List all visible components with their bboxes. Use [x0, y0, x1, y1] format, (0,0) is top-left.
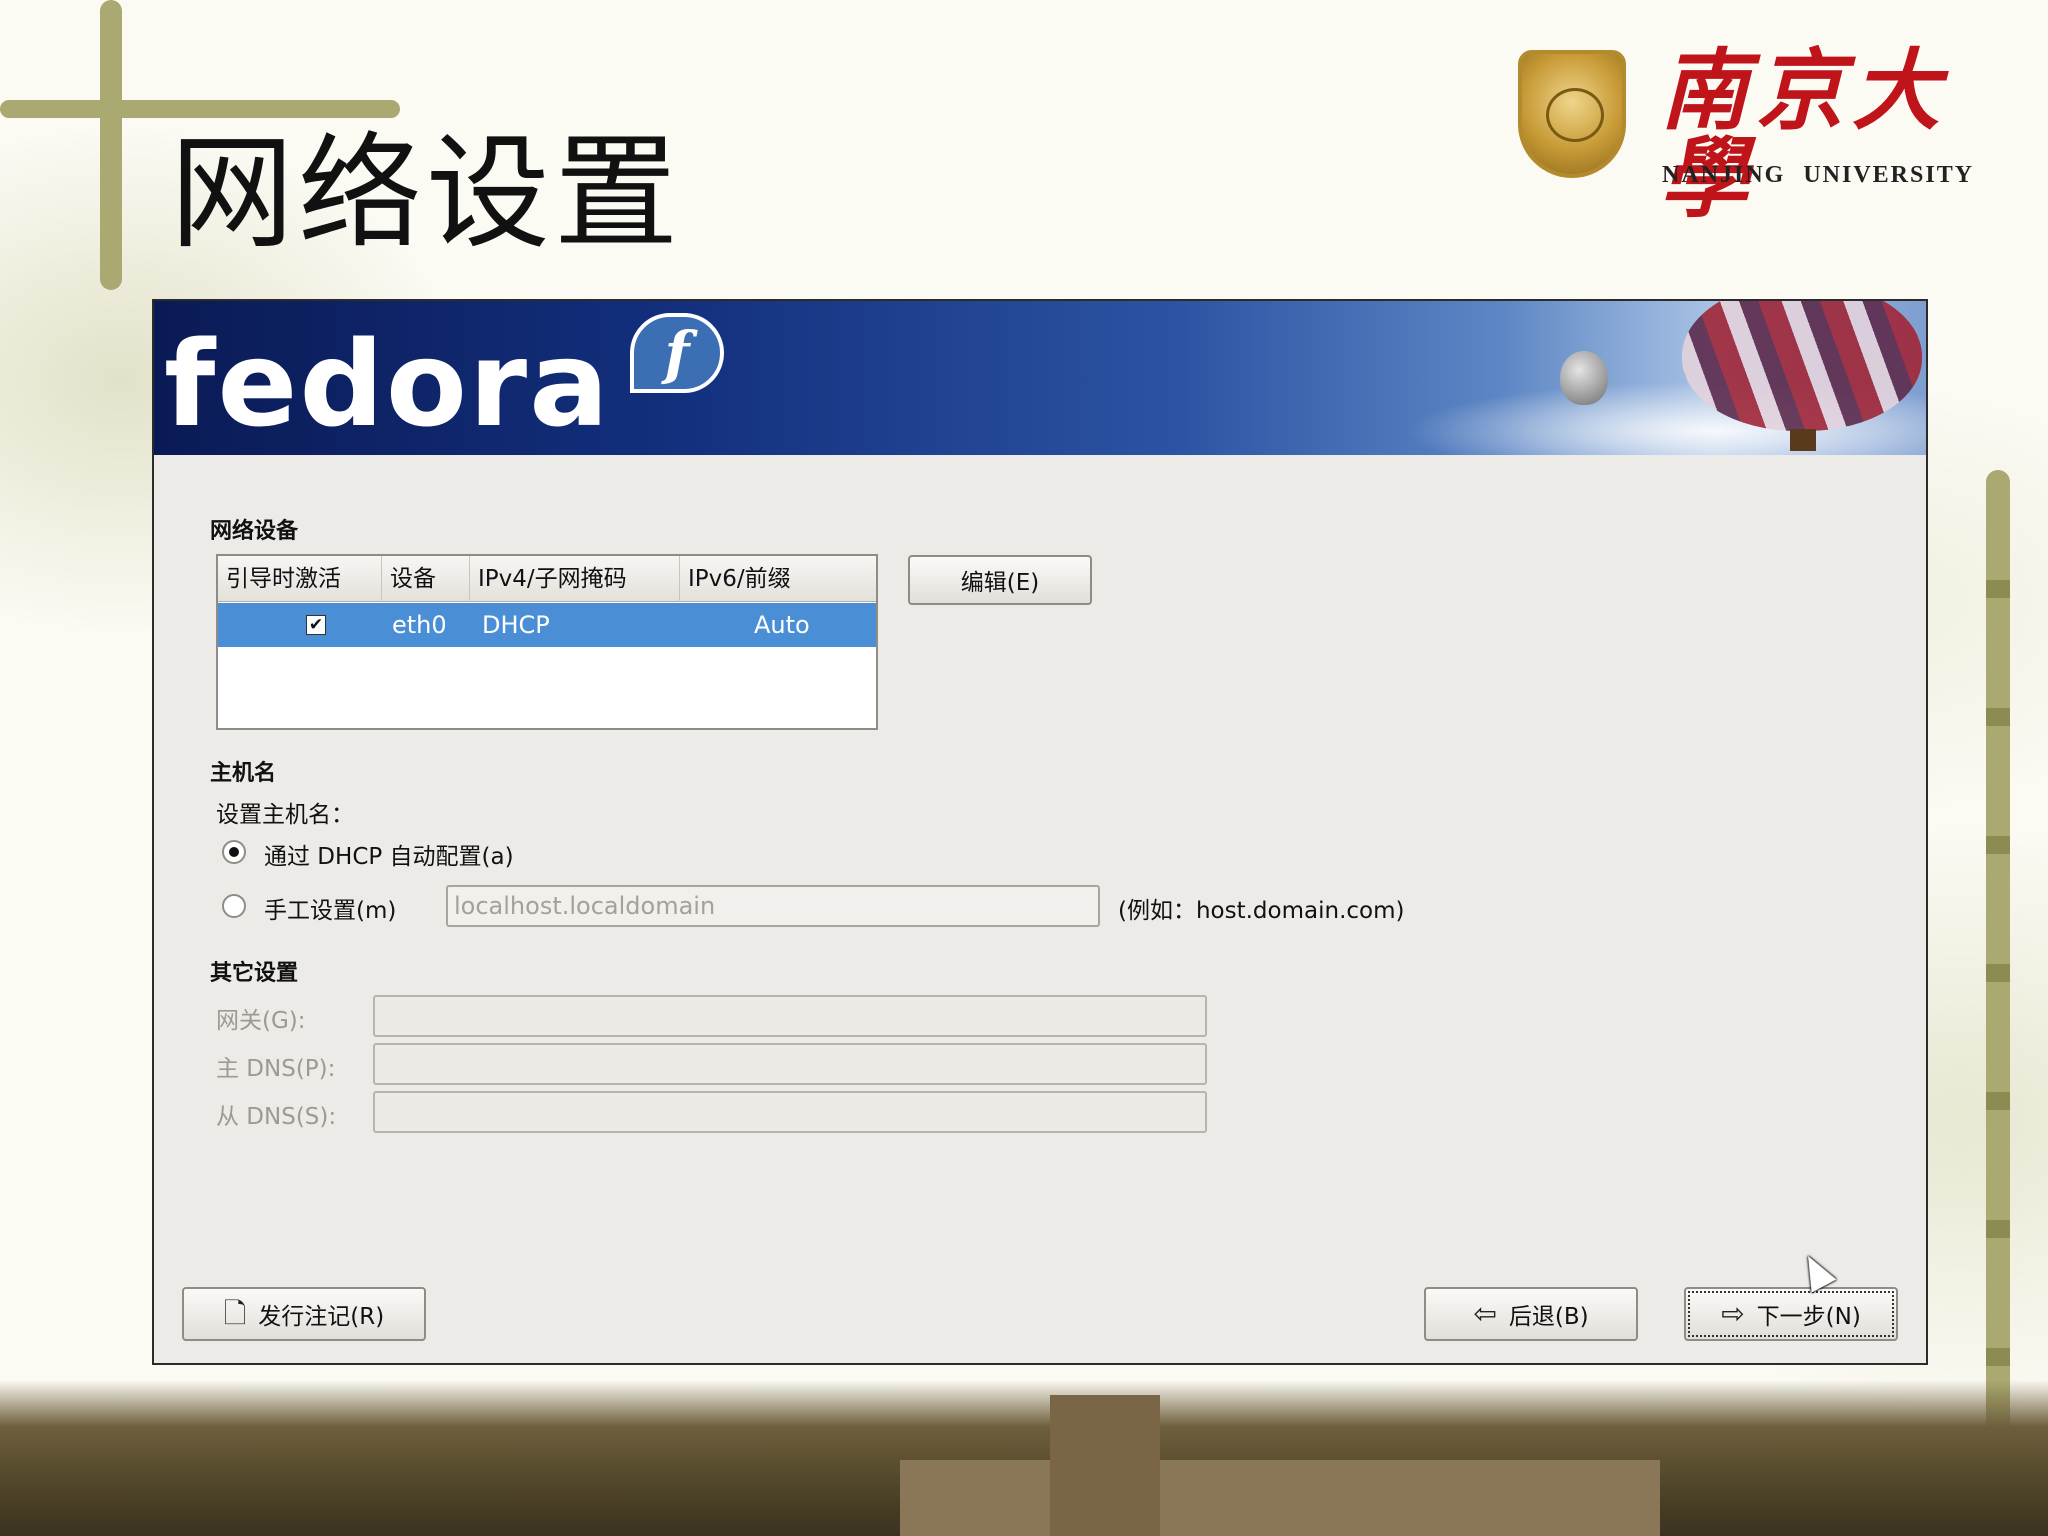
network-devices-heading: 网络设备	[210, 519, 299, 544]
university-seal-icon	[1518, 50, 1626, 178]
cell-ipv4: DHCP	[482, 611, 550, 639]
fedora-logo-text: fedora	[164, 315, 611, 453]
university-name-cn: 南京大學	[1660, 38, 1949, 230]
edit-button-label: 编辑(E)	[960, 570, 1040, 596]
vine-decoration-left	[100, 0, 122, 290]
radio-dhcp[interactable]	[222, 840, 246, 864]
document-icon: 🗋	[223, 1297, 247, 1330]
cell-device: eth0	[392, 611, 447, 639]
installer-window: fedora f 网络设备 引导时激活 设备 IPv4/子网掩码 IPv6/前缀…	[152, 299, 1928, 1365]
hostname-prompt: 设置主机名：	[216, 802, 354, 828]
hostname-heading: 主机名	[210, 761, 277, 786]
primary-dns-input[interactable]	[373, 1043, 1207, 1085]
radio-manual[interactable]	[222, 894, 246, 918]
balloon-basket	[1790, 429, 1816, 451]
release-notes-label: 发行注记(R)	[258, 1304, 385, 1330]
column-header-ipv4[interactable]: IPv4/子网掩码	[470, 556, 680, 602]
next-button-label: 下一步(N)	[1756, 1304, 1861, 1330]
next-button[interactable]: ⇨ 下一步(N)	[1684, 1287, 1898, 1341]
university-logo: 南京大學 NANJING UNIVERSITY	[1518, 46, 1998, 222]
hostname-input[interactable]: localhost.localdomain	[446, 885, 1100, 927]
vine-decoration-top	[0, 100, 400, 118]
radio-manual-label[interactable]: 手工设置(m)	[264, 891, 396, 925]
balloon-small-icon	[1560, 351, 1608, 405]
slide-title: 网络设置	[170, 122, 683, 266]
table-header: 引导时激活 设备 IPv4/子网掩码 IPv6/前缀	[218, 556, 876, 602]
column-header-onboot[interactable]: 引导时激活	[218, 556, 382, 602]
back-button-label: 后退(B)	[1508, 1304, 1589, 1330]
vine-decoration-right	[1986, 470, 2010, 1460]
fedora-banner: fedora f	[154, 301, 1926, 455]
radio-dhcp-label[interactable]: 通过 DHCP 自动配置(a)	[264, 837, 514, 871]
secondary-dns-label: 从 DNS(S):	[216, 1104, 337, 1130]
campus-tower	[1050, 1395, 1160, 1536]
university-name-en: NANJING UNIVERSITY	[1662, 162, 1975, 188]
gateway-input[interactable]	[373, 995, 1207, 1037]
release-notes-button[interactable]: 🗋 发行注记(R)	[182, 1287, 426, 1341]
gateway-label: 网关(G):	[216, 1008, 306, 1034]
network-device-table[interactable]: 引导时激活 设备 IPv4/子网掩码 IPv6/前缀 ✔ eth0 DHCP A…	[216, 554, 878, 730]
back-button[interactable]: ⇦ 后退(B)	[1424, 1287, 1638, 1341]
campus-building-roof	[900, 1460, 1660, 1536]
edit-button[interactable]: 编辑(E)	[908, 555, 1092, 605]
fedora-infinity-icon: f	[630, 313, 724, 393]
arrow-left-icon: ⇦	[1473, 1297, 1497, 1330]
primary-dns-label: 主 DNS(P):	[216, 1056, 336, 1082]
arrow-right-icon: ⇨	[1721, 1297, 1745, 1330]
column-header-device[interactable]: 设备	[382, 556, 470, 602]
cell-ipv6: Auto	[754, 611, 810, 639]
hostname-example: (例如：host.domain.com)	[1118, 898, 1405, 924]
column-header-ipv6[interactable]: IPv6/前缀	[680, 556, 878, 602]
other-settings-heading: 其它设置	[210, 961, 299, 986]
onboot-checkbox[interactable]: ✔	[306, 615, 326, 635]
table-row[interactable]: ✔ eth0 DHCP Auto	[218, 603, 876, 647]
secondary-dns-input[interactable]	[373, 1091, 1207, 1133]
